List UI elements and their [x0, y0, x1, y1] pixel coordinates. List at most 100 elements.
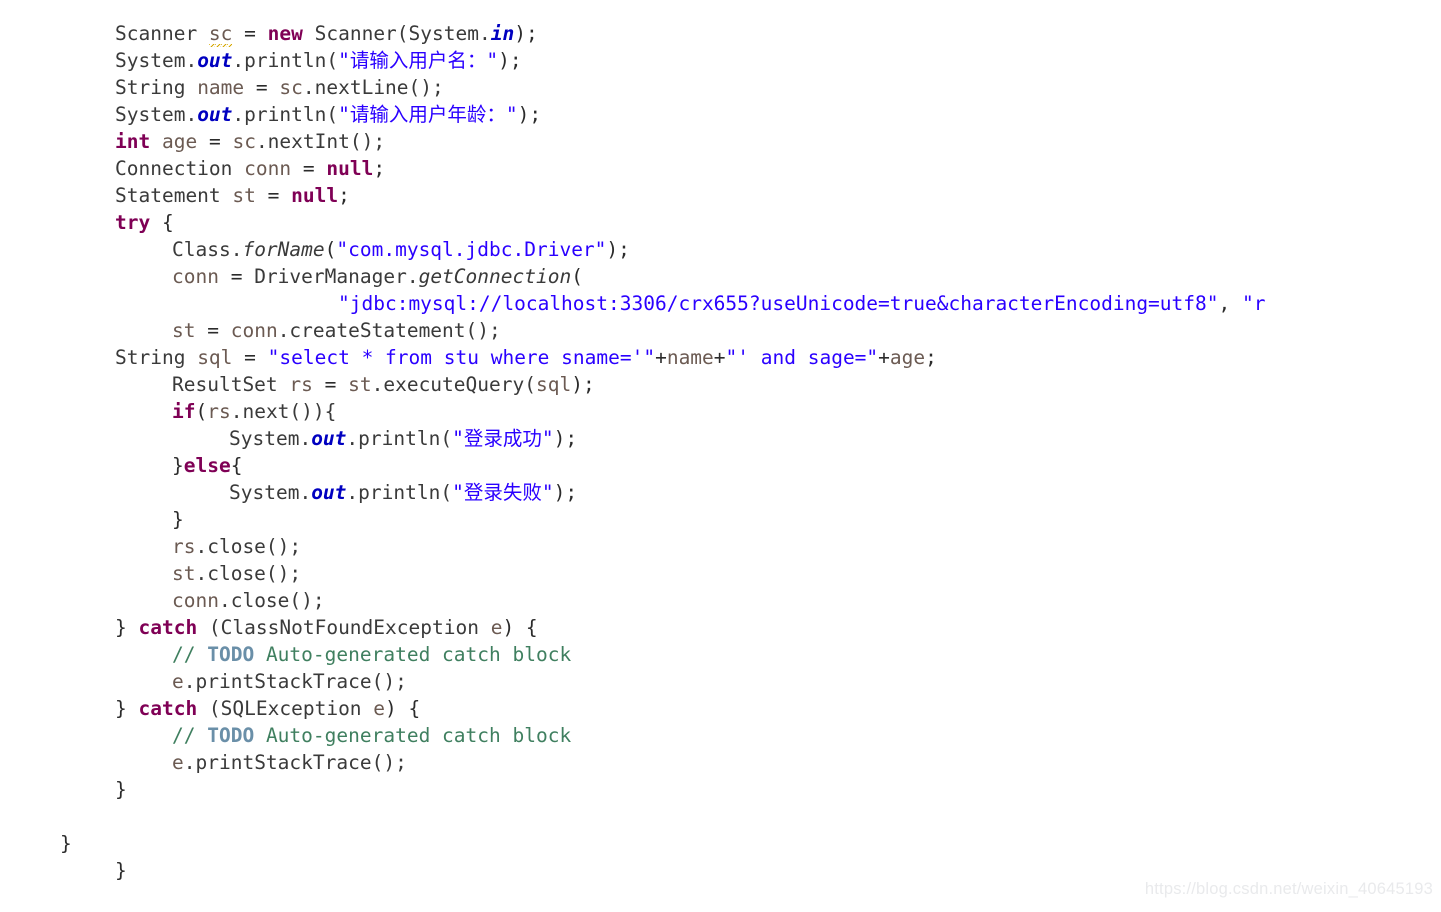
code-token: e: [490, 615, 503, 639]
code-token: rs: [289, 372, 313, 396]
code-token: .printStackTrace();: [183, 669, 407, 693]
code-token: "r: [1241, 291, 1266, 315]
code-token: }: [172, 507, 184, 531]
code-line: Scanner sc = new Scanner(System.in);: [0, 20, 1441, 47]
code-line: st.close();: [0, 560, 1441, 587]
code-token: e: [172, 750, 184, 774]
code-line: e.printStackTrace();: [0, 749, 1441, 776]
code-token: e: [373, 696, 386, 720]
code-token: sc: [279, 75, 303, 99]
code-token: st: [172, 561, 196, 585]
code-line: st = conn.createStatement();: [0, 317, 1441, 344]
code-token: out: [311, 426, 347, 450]
code-line: System.out.println("登录失败");: [0, 479, 1441, 506]
code-token: else: [183, 453, 231, 477]
code-token: (: [571, 264, 583, 288]
code-token: Auto-generated catch block: [254, 723, 572, 747]
code-token: +: [655, 345, 667, 369]
code-line: "jdbc:mysql://localhost:3306/crx655?useU…: [0, 290, 1441, 317]
code-token: .printStackTrace();: [183, 750, 407, 774]
code-token: st: [172, 318, 196, 342]
code-token: Statement: [115, 183, 233, 207]
code-token: sc: [232, 129, 256, 153]
code-token: +: [713, 345, 726, 369]
code-line: System.out.println("请输入用户年龄：");: [0, 101, 1441, 128]
code-token: .close();: [195, 561, 302, 585]
code-token: out: [197, 102, 233, 126]
code-token: name: [197, 75, 245, 99]
code-token: String: [115, 345, 198, 369]
code-token: ) {: [385, 696, 421, 720]
code-token: in: [490, 21, 515, 45]
code-token: conn: [172, 588, 219, 612]
code-line: // TODO Auto-generated catch block: [0, 641, 1441, 668]
code-token: //: [172, 723, 208, 747]
code-token: rs: [207, 399, 231, 423]
code-token: .close();: [195, 534, 302, 558]
code-token: TODO: [207, 723, 255, 747]
code-token: Class.: [172, 237, 243, 261]
code-token: }: [172, 453, 184, 477]
code-token: );: [498, 48, 522, 72]
code-token: (ClassNotFoundException: [197, 615, 491, 639]
code-token: ResultSet: [172, 372, 290, 396]
code-token: DriverManager.: [254, 264, 419, 288]
code-token: =: [255, 183, 292, 207]
code-line: // TODO Auto-generated catch block: [0, 722, 1441, 749]
code-token: =: [232, 21, 268, 45]
code-token: ;: [373, 156, 386, 180]
code-token: age: [161, 129, 198, 153]
code-token: =: [312, 372, 349, 396]
code-token: );: [571, 372, 595, 396]
code-token: }: [115, 615, 139, 639]
code-token: catch: [138, 615, 198, 639]
code-token: (: [324, 237, 337, 261]
code-token: }: [115, 777, 127, 801]
java-code-block[interactable]: Scanner sc = new Scanner(System.in); Syst…: [0, 20, 1441, 912]
code-token: ;: [338, 183, 350, 207]
code-screenshot-surface: Scanner sc = new Scanner(System.in); Syst…: [0, 0, 1441, 912]
code-token: =: [195, 318, 231, 342]
code-token: Connection: [115, 156, 245, 180]
code-line: System.out.println("请输入用户名：");: [0, 47, 1441, 74]
code-line: Connection conn = null;: [0, 155, 1441, 182]
code-line: } catch (SQLException e) {: [0, 695, 1441, 722]
code-token: rs: [172, 534, 196, 558]
code-token: out: [197, 48, 233, 72]
code-token: "登录成功": [452, 426, 554, 450]
code-token: ;: [925, 345, 937, 369]
code-token: st: [348, 372, 372, 396]
code-line: }: [0, 506, 1441, 533]
code-token: =: [232, 345, 268, 369]
code-token: }: [115, 858, 127, 882]
code-token: +: [878, 345, 890, 369]
code-line: if(rs.next()){: [0, 398, 1441, 425]
code-token: sql: [197, 345, 233, 369]
code-token: out: [311, 480, 347, 504]
code-token: .println(: [232, 102, 339, 126]
code-token: );: [553, 480, 578, 504]
code-token: {: [150, 210, 174, 234]
code-token: System.: [115, 48, 198, 72]
code-token: new: [267, 21, 303, 45]
code-token: if: [172, 399, 196, 423]
code-token: .next()){: [230, 399, 337, 423]
code-token: //: [172, 642, 208, 666]
code-token: sql: [535, 372, 572, 396]
code-token: "登录失败": [452, 480, 554, 504]
code-line: conn = DriverManager.getConnection(: [0, 263, 1441, 290]
code-token: null: [326, 156, 374, 180]
code-token: System.: [229, 426, 312, 450]
code-line: }: [0, 830, 1441, 857]
code-line: Class.forName("com.mysql.jdbc.Driver");: [0, 236, 1441, 263]
code-token: ,: [1218, 291, 1242, 315]
code-token: null: [291, 183, 339, 207]
code-token: sc: [208, 21, 233, 47]
code-token: "请输入用户名：": [338, 48, 499, 72]
csdn-watermark: https://blog.csdn.net/weixin_40645193: [1144, 880, 1433, 898]
code-line: int age = sc.nextInt();: [0, 128, 1441, 155]
code-token: getConnection: [418, 264, 572, 288]
code-token: .println(: [346, 426, 453, 450]
code-token: );: [553, 426, 578, 450]
